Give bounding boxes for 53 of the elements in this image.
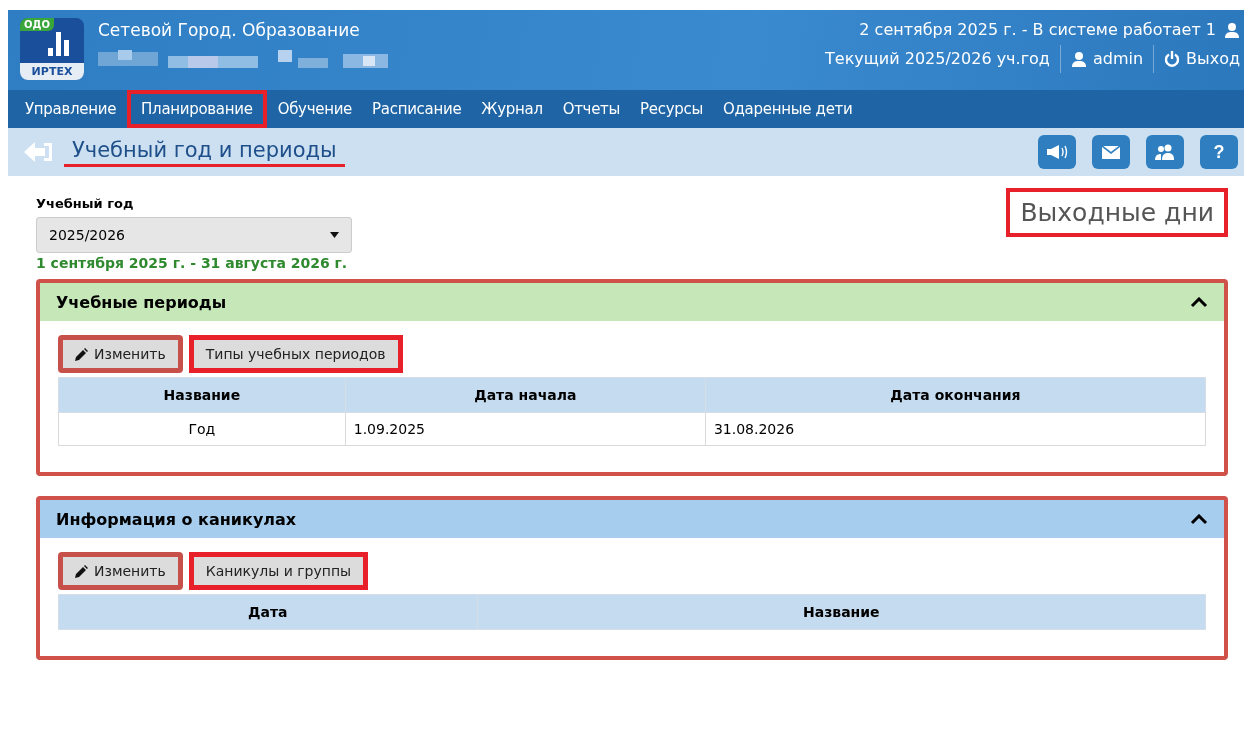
- year-select[interactable]: 2025/2026: [36, 217, 352, 253]
- mail-button[interactable]: [1092, 135, 1130, 169]
- mail-icon: [1102, 145, 1120, 159]
- system-status: 2 сентября 2025 г. - В системе работает 1: [859, 20, 1216, 39]
- field-label: Учебный год: [36, 196, 135, 211]
- table-cell: Год: [58, 412, 346, 446]
- action-button[interactable]: Изменить: [58, 335, 183, 373]
- section-header[interactable]: Информация о каникулах: [40, 500, 1224, 538]
- bars-icon: [48, 32, 70, 56]
- users-online-icon: [1224, 21, 1240, 38]
- logo-badge: ОДО: [20, 18, 54, 31]
- table-cell: 31.08.2026: [705, 412, 1206, 446]
- megaphone-icon: [1046, 144, 1068, 160]
- action-button[interactable]: Каникулы и группы: [188, 552, 369, 590]
- table-cell: 1.09.2025: [345, 412, 706, 446]
- page-title: Учебный год и периоды: [64, 137, 345, 167]
- year-range: 1 сентября 2025 г. - 31 августа 2026 г.: [36, 255, 349, 271]
- users-icon: [1155, 144, 1175, 160]
- current-year: Текущий 2025/2026 уч.год: [825, 49, 1050, 68]
- pencil-icon: [75, 347, 88, 361]
- users-button[interactable]: [1146, 135, 1184, 169]
- logout-link[interactable]: Выход: [1164, 49, 1240, 68]
- column-header: Название: [58, 377, 346, 413]
- column-header: Название: [477, 594, 1206, 630]
- nav-menu-item[interactable]: Одаренные дети: [714, 94, 862, 124]
- user-link[interactable]: admin: [1070, 49, 1144, 68]
- weekends-link[interactable]: Выходные дни: [1006, 188, 1228, 237]
- app-title: Сетевой Город. Образование: [98, 20, 361, 40]
- nav-menu-item[interactable]: Ресурсы: [631, 94, 712, 124]
- action-button[interactable]: Типы учебных периодов: [188, 335, 403, 373]
- dropdown-arrow-icon: [330, 232, 339, 238]
- nav-menu-item[interactable]: Управление: [16, 94, 126, 124]
- nav-menu-item[interactable]: Журнал: [472, 94, 552, 124]
- column-header: Дата: [58, 594, 478, 630]
- help-button[interactable]: ?: [1200, 135, 1238, 169]
- nav-menu-item[interactable]: Обучение: [268, 94, 362, 124]
- pencil-icon: [75, 564, 88, 578]
- section-header[interactable]: Учебные периоды: [40, 283, 1224, 321]
- user-icon: [1070, 50, 1087, 67]
- section-title: Учебные периоды: [56, 292, 227, 312]
- action-button[interactable]: Изменить: [58, 552, 183, 590]
- chevron-icon[interactable]: [1190, 513, 1208, 525]
- announcements-button[interactable]: [1038, 135, 1076, 169]
- nav-menu-item[interactable]: Расписание: [363, 94, 471, 124]
- app-logo[interactable]: ОДО ИРТЕХ: [20, 18, 84, 80]
- column-header: Дата окончания: [705, 377, 1206, 413]
- logo-caption: ИРТЕХ: [20, 63, 84, 80]
- section-title: Информация о каникулах: [56, 509, 297, 529]
- nav-menu-item[interactable]: Планирование: [127, 90, 267, 128]
- chevron-icon[interactable]: [1190, 296, 1208, 308]
- column-header: Дата начала: [345, 377, 706, 413]
- power-icon: [1164, 50, 1181, 67]
- nav-menu-item[interactable]: Отчеты: [553, 94, 630, 124]
